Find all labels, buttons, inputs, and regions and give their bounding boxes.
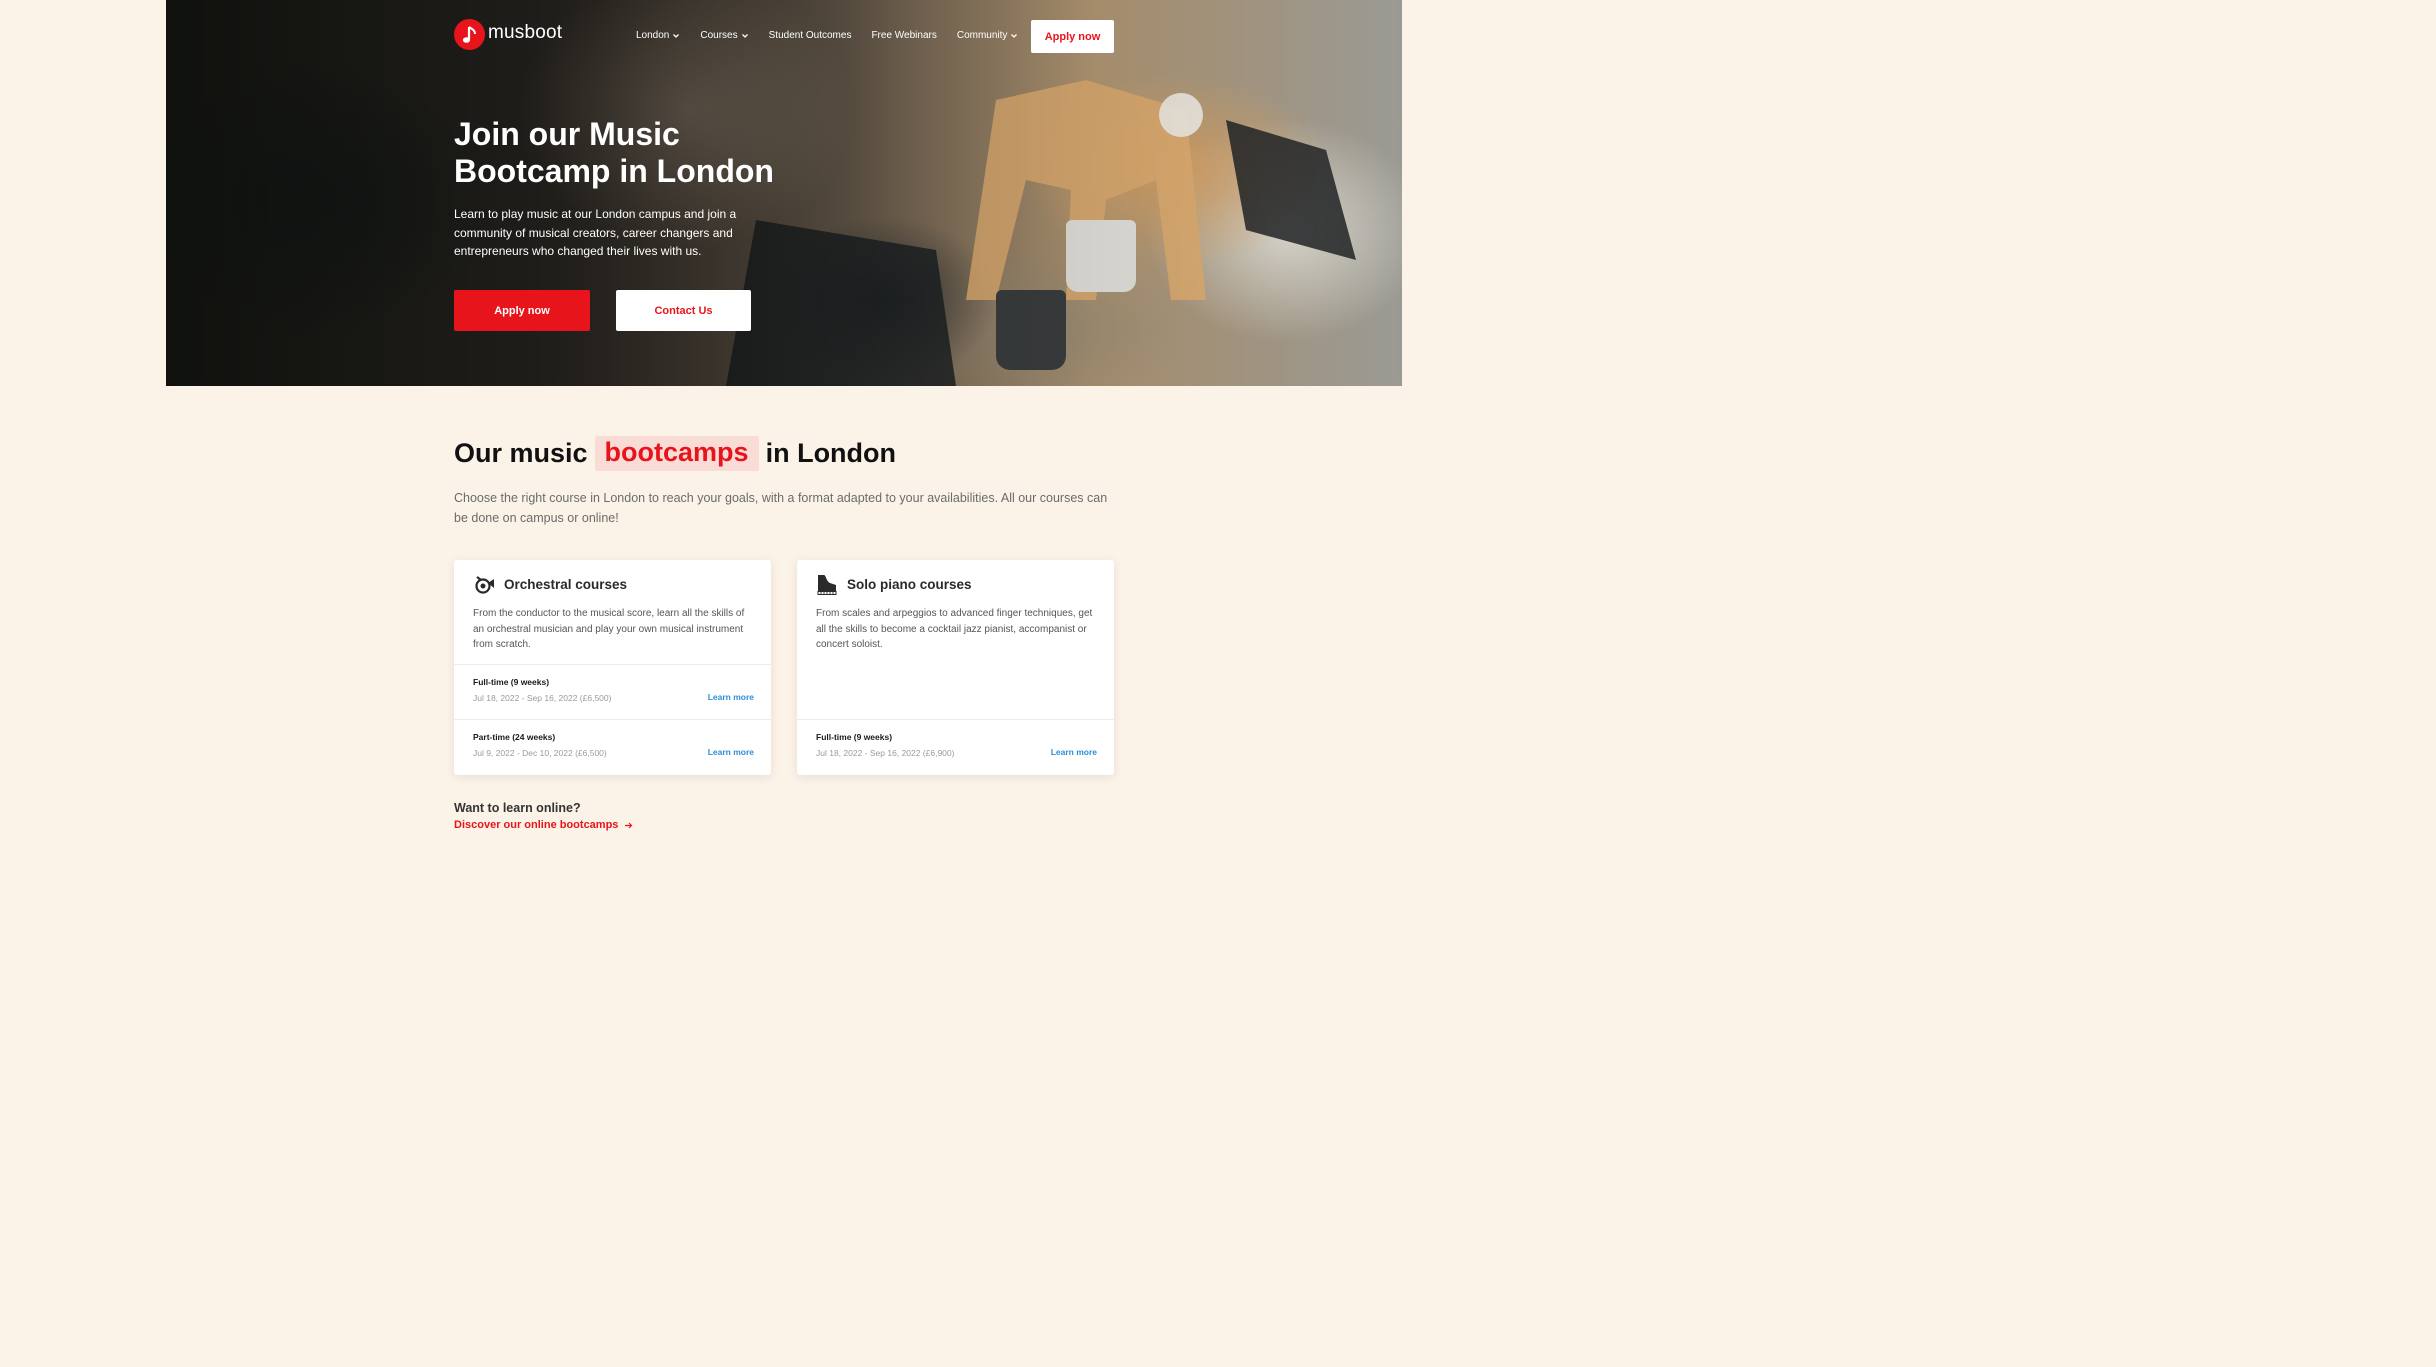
session-row: Full-time (9 weeks) Jul 18, 2022 - Sep 1… <box>454 664 771 720</box>
hero-apply-button[interactable]: Apply now <box>454 290 590 331</box>
session-name: Part-time (24 weeks) <box>473 732 556 742</box>
card-title: Solo piano courses <box>847 576 972 592</box>
chevron-down-icon <box>741 33 748 38</box>
nav-item-student-outcomes[interactable]: Student Outcomes <box>769 30 852 41</box>
section-description: Choose the right course in London to rea… <box>454 491 1108 525</box>
session-row: Full-time (9 weeks) Jul 18, 2022 - Sep 1… <box>797 719 1114 775</box>
nav-item-community[interactable]: Community <box>957 30 1019 41</box>
nav-item-label: Student Outcomes <box>768 30 852 41</box>
logo[interactable]: musboot <box>454 19 562 50</box>
nav-item-london[interactable]: London <box>636 30 680 41</box>
music-note-icon <box>454 19 485 50</box>
logo-text: musboot <box>488 21 563 43</box>
hero-overlay <box>166 0 1402 386</box>
hero-contact-button[interactable]: Contact Us <box>616 290 751 331</box>
online-question: Want to learn online? <box>454 801 581 815</box>
learn-more-link[interactable]: Learn more <box>708 747 754 757</box>
arrow-right-icon <box>625 822 633 828</box>
course-card-piano: Solo piano courses From scales and arpeg… <box>797 560 1114 775</box>
hero-banner <box>166 0 1402 386</box>
main-nav: London Courses Student Outcomes Free Web… <box>636 30 1038 41</box>
chevron-down-icon <box>1011 33 1018 38</box>
nav-item-label: Courses <box>700 30 738 41</box>
session-dates: Jul 18, 2022 - Sep 16, 2022 (£6,500) <box>473 693 612 703</box>
piano-icon <box>817 575 837 595</box>
card-title: Orchestral courses <box>504 576 628 592</box>
nav-item-label: Free Webinars <box>871 30 937 41</box>
course-card-orchestral: Orchestral courses From the conductor to… <box>454 560 771 775</box>
section-title-highlight: bootcamps <box>594 436 759 471</box>
learn-more-link[interactable]: Learn more <box>708 692 754 702</box>
nav-apply-button[interactable]: Apply now <box>1031 20 1114 53</box>
card-header: Orchestral courses <box>473 573 627 595</box>
nav-item-label: London <box>636 30 670 41</box>
section-title-before: Our music <box>454 438 588 468</box>
nav-item-label: Community <box>956 30 1008 41</box>
card-description: From scales and arpeggios to advanced fi… <box>816 608 1093 650</box>
hero-subtitle: Learn to play music at our London campus… <box>454 207 737 258</box>
card-header: Solo piano courses <box>816 573 972 595</box>
horn-icon <box>475 576 494 594</box>
online-bootcamps-link[interactable]: Discover our online bootcamps <box>454 819 633 831</box>
hero-title: Join our Music Bootcamp in London <box>454 116 774 189</box>
session-dates: Jul 18, 2022 - Sep 16, 2022 (£6,900) <box>816 748 955 758</box>
section-title-after: in London <box>765 438 897 468</box>
online-link-label: Discover our online bootcamps <box>454 819 619 831</box>
section-title: Our music bootcamps in London <box>454 436 896 471</box>
session-dates: Jul 9, 2022 - Dec 10, 2022 (£6,500) <box>473 748 607 758</box>
session-name: Full-time (9 weeks) <box>473 677 550 687</box>
nav-item-courses[interactable]: Courses <box>700 30 748 41</box>
session-row: Part-time (24 weeks) Jul 9, 2022 - Dec 1… <box>454 719 771 775</box>
nav-item-free-webinars[interactable]: Free Webinars <box>871 30 936 41</box>
session-name: Full-time (9 weeks) <box>816 732 893 742</box>
learn-more-link[interactable]: Learn more <box>1051 747 1097 757</box>
card-description: From the conductor to the musical score,… <box>473 608 745 650</box>
chevron-down-icon <box>673 33 680 38</box>
